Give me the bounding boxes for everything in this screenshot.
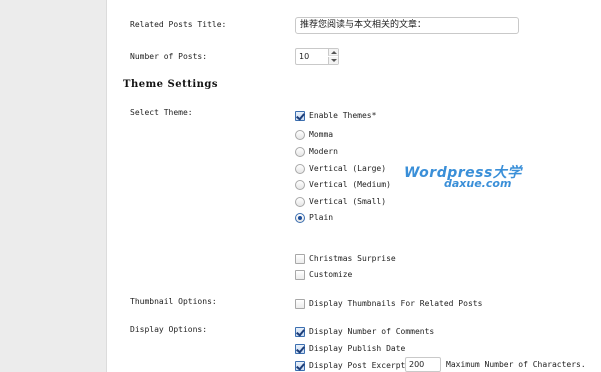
display-thumbnails-label: Display Thumbnails For Related Posts [309, 299, 483, 308]
enable-themes-checkbox[interactable] [295, 110, 305, 121]
theme-label: Vertical (Small) [309, 197, 387, 206]
display-comments-option[interactable]: Display Number of Comments [295, 326, 434, 337]
select-theme-label: Select Theme: [130, 108, 193, 117]
radio-button[interactable] [295, 146, 305, 157]
display-excerpt-option[interactable]: Display Post Excerpt [295, 360, 405, 371]
display-publish-date-checkbox[interactable] [295, 343, 305, 354]
theme-settings-heading: Theme Settings [123, 79, 219, 90]
display-excerpt-checkbox[interactable] [295, 360, 305, 371]
watermark-line2: daxue.com [444, 177, 512, 190]
theme-label: Vertical (Large) [309, 164, 387, 173]
display-excerpt-label: Display Post Excerpt [309, 361, 406, 370]
enable-themes-option[interactable]: Enable Themes* [295, 110, 376, 121]
customize-checkbox[interactable] [295, 269, 305, 280]
radio-button[interactable] [295, 129, 305, 140]
number-of-posts-stepper[interactable]: 10 [295, 48, 339, 65]
radio-button[interactable] [295, 179, 305, 190]
stepper-down-icon[interactable] [328, 57, 338, 64]
christmas-surprise-label: Christmas Surprise [309, 254, 396, 263]
theme-radio-vertical-medium[interactable]: Vertical (Medium) [295, 179, 391, 190]
radio-button[interactable] [295, 196, 305, 207]
excerpt-length-input[interactable]: 200 [405, 357, 441, 372]
excerpt-length-suffix: Maximum Number of Characters. [446, 360, 586, 369]
watermark-logo: Wordpress大学 daxue.com [404, 162, 524, 194]
left-gutter [0, 0, 107, 372]
number-of-posts-value: 10 [299, 52, 310, 61]
customize-label: Customize [309, 270, 353, 279]
related-posts-title-input[interactable]: 推荐您阅读与本文相关的文章： [295, 17, 519, 34]
theme-radio-momma[interactable]: Momma [295, 129, 333, 140]
theme-label: Vertical (Medium) [309, 180, 391, 189]
theme-radio-modern[interactable]: Modern [295, 146, 338, 157]
thumbnail-options-label: Thumbnail Options: [130, 297, 217, 306]
number-of-posts-label: Number of Posts: [130, 52, 208, 61]
christmas-surprise-option[interactable]: Christmas Surprise [295, 253, 396, 264]
display-thumbnails-option[interactable]: Display Thumbnails For Related Posts [295, 298, 482, 309]
display-comments-label: Display Number of Comments [309, 327, 435, 336]
christmas-surprise-checkbox[interactable] [295, 253, 305, 264]
theme-label: Modern [309, 147, 338, 156]
display-publish-date-label: Display Publish Date [309, 344, 406, 353]
radio-button-selected[interactable] [295, 212, 305, 223]
theme-radio-vertical-small[interactable]: Vertical (Small) [295, 196, 386, 207]
display-publish-date-option[interactable]: Display Publish Date [295, 343, 405, 354]
display-comments-checkbox[interactable] [295, 326, 305, 337]
related-posts-title-label: Related Posts Title: [130, 20, 227, 29]
theme-label: Momma [309, 130, 334, 139]
display-options-label: Display Options: [130, 325, 208, 334]
theme-radio-vertical-large[interactable]: Vertical (Large) [295, 163, 386, 174]
stepper-up-icon[interactable] [328, 49, 338, 56]
radio-button[interactable] [295, 163, 305, 174]
theme-label: Plain [309, 213, 334, 222]
theme-radio-plain[interactable]: Plain [295, 212, 333, 223]
enable-themes-label: Enable Themes* [309, 111, 377, 120]
customize-option[interactable]: Customize [295, 269, 352, 280]
display-thumbnails-checkbox[interactable] [295, 298, 305, 309]
